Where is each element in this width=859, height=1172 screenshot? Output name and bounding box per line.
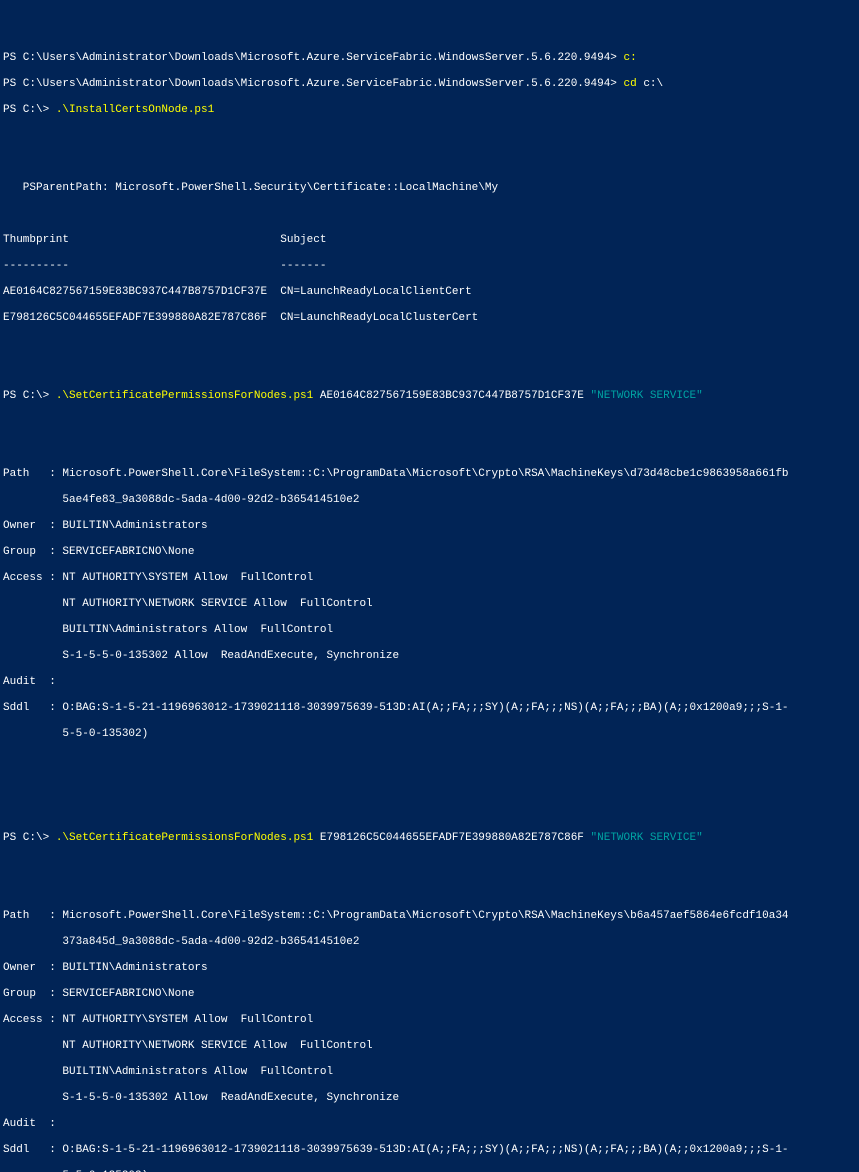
output-line: Access : NT AUTHORITY\SYSTEM Allow FullC… [3, 1014, 856, 1027]
blank-line [3, 416, 856, 429]
command-text: cd [624, 78, 637, 90]
table-header-underline: ---------- ------- [3, 260, 856, 273]
blank-line [3, 442, 856, 455]
ps-prompt: PS C:\> [3, 390, 56, 402]
output-line: Owner : BUILTIN\Administrators [3, 962, 856, 975]
output-line: 5ae4fe83_9a3088dc-5ada-4d00-92d2-b365414… [3, 494, 856, 507]
terminal-line: PS C:\> .\SetCertificatePermissionsForNo… [3, 832, 856, 845]
output-line: Audit : [3, 1118, 856, 1131]
output-line: Audit : [3, 676, 856, 689]
blank-line [3, 858, 856, 871]
command-arg-quoted: "NETWORK SERVICE" [591, 832, 703, 844]
table-row: E798126C5C044655EFADF7E399880A82E787C86F… [3, 312, 856, 325]
output-line: Sddl : O:BAG:S-1-5-21-1196963012-1739021… [3, 702, 856, 715]
terminal-line: PS C:\> .\InstallCertsOnNode.ps1 [3, 104, 856, 117]
command-arg: c:\ [637, 78, 663, 90]
terminal-line: PS C:\> .\SetCertificatePermissionsForNo… [3, 390, 856, 403]
output-line: Group : SERVICEFABRICNO\None [3, 546, 856, 559]
ps-prompt: PS C:\> [3, 832, 56, 844]
blank-line [3, 884, 856, 897]
ps-prompt: PS C:\Users\Administrator\Downloads\Micr… [3, 78, 624, 90]
command-arg-quoted: "NETWORK SERVICE" [591, 390, 703, 402]
output-line: Owner : BUILTIN\Administrators [3, 520, 856, 533]
output-line: Path : Microsoft.PowerShell.Core\FileSys… [3, 910, 856, 923]
blank-line [3, 208, 856, 221]
output-line: S-1-5-5-0-135302 Allow ReadAndExecute, S… [3, 1092, 856, 1105]
output-line: S-1-5-5-0-135302 Allow ReadAndExecute, S… [3, 650, 856, 663]
command-arg: E798126C5C044655EFADF7E399880A82E787C86F [313, 832, 590, 844]
output-line: Sddl : O:BAG:S-1-5-21-1196963012-1739021… [3, 1144, 856, 1157]
command-text: c: [624, 52, 637, 64]
blank-line [3, 754, 856, 767]
blank-line [3, 364, 856, 377]
output-line: 373a845d_9a3088dc-5ada-4d00-92d2-b365414… [3, 936, 856, 949]
terminal-line: PS C:\Users\Administrator\Downloads\Micr… [3, 78, 856, 91]
blank-line [3, 338, 856, 351]
ps-prompt: PS C:\Users\Administrator\Downloads\Micr… [3, 52, 624, 64]
blank-line [3, 806, 856, 819]
output-line: PSParentPath: Microsoft.PowerShell.Secur… [3, 182, 856, 195]
blank-line [3, 130, 856, 143]
command-text: .\SetCertificatePermissionsForNodes.ps1 [56, 390, 313, 402]
command-text: .\InstallCertsOnNode.ps1 [56, 104, 214, 116]
command-arg: AE0164C827567159E83BC937C447B8757D1CF37E [313, 390, 590, 402]
output-line: BUILTIN\Administrators Allow FullControl [3, 624, 856, 637]
blank-line [3, 780, 856, 793]
ps-prompt: PS C:\> [3, 104, 56, 116]
output-line: NT AUTHORITY\NETWORK SERVICE Allow FullC… [3, 1040, 856, 1053]
command-text: .\SetCertificatePermissionsForNodes.ps1 [56, 832, 313, 844]
table-header: Thumbprint Subject [3, 234, 856, 247]
table-row: AE0164C827567159E83BC937C447B8757D1CF37E… [3, 286, 856, 299]
output-line: NT AUTHORITY\NETWORK SERVICE Allow FullC… [3, 598, 856, 611]
output-line: BUILTIN\Administrators Allow FullControl [3, 1066, 856, 1079]
terminal-line: PS C:\Users\Administrator\Downloads\Micr… [3, 52, 856, 65]
output-line: 5-5-0-135302) [3, 1170, 856, 1172]
blank-line [3, 156, 856, 169]
output-line: Access : NT AUTHORITY\SYSTEM Allow FullC… [3, 572, 856, 585]
output-line: Group : SERVICEFABRICNO\None [3, 988, 856, 1001]
output-line: 5-5-0-135302) [3, 728, 856, 741]
output-line: Path : Microsoft.PowerShell.Core\FileSys… [3, 468, 856, 481]
